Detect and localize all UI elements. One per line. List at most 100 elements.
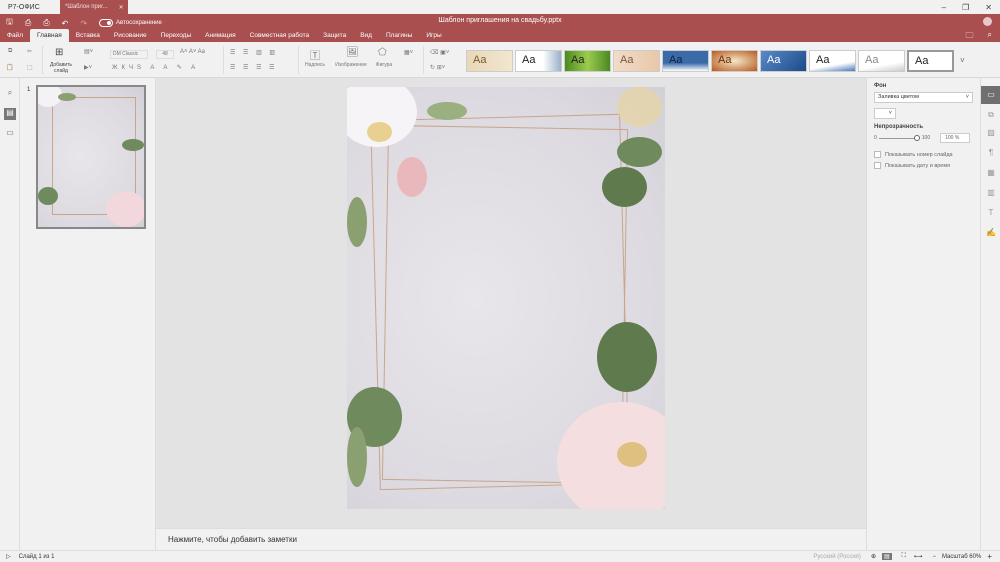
- paste-icon[interactable]: 📋: [6, 64, 13, 71]
- theme-thumbnail[interactable]: Aa: [907, 50, 954, 72]
- shape-settings-icon[interactable]: ⧉: [981, 106, 1000, 124]
- theme-thumbnail[interactable]: Aa: [858, 50, 905, 72]
- theme-gallery: Aa Aa Aa Aa Aa Aa Aa Aa Aa Aa ˅: [466, 50, 969, 72]
- theme-thumbnail[interactable]: Aa: [662, 50, 709, 72]
- show-slide-number-checkbox[interactable]: Показывать номер слайда: [874, 151, 973, 158]
- header-bar: Шаблон приглашения на свадьбу.pptx 🖫 ⎙ ⎙ ↶ ↷…: [0, 14, 1000, 42]
- theme-thumbnail[interactable]: Aa: [564, 50, 611, 72]
- font-name-select[interactable]: DM Classic: [110, 50, 148, 59]
- opacity-max: 100: [921, 135, 931, 141]
- chevron-down-icon[interactable]: ˅: [956, 50, 969, 72]
- chevron-down-icon: ˅: [888, 110, 892, 116]
- slide[interactable]: [347, 87, 665, 509]
- image-button[interactable]: Изображение: [332, 62, 370, 68]
- avatar[interactable]: [983, 17, 992, 26]
- comments-icon[interactable]: ▭: [4, 128, 16, 140]
- doc-tab-label: *Шаблон приг...: [65, 4, 108, 10]
- document-tab[interactable]: *Шаблон приг... ✕: [60, 0, 128, 14]
- restore-icon[interactable]: ❐: [962, 3, 969, 12]
- left-toolbar: ⌕ ▤ ▭: [0, 78, 20, 550]
- table-icon[interactable]: ↻ ⊞˅: [430, 64, 445, 71]
- language-select[interactable]: Русский (Россия): [813, 554, 861, 560]
- clear-style-icon[interactable]: ⌫ ▣˅: [430, 49, 449, 56]
- undo-icon[interactable]: ↶: [62, 19, 69, 28]
- signature-icon[interactable]: ✍: [981, 224, 1000, 242]
- add-slide-icon[interactable]: ⊞: [55, 47, 63, 58]
- font-size-select[interactable]: 48: [156, 50, 174, 59]
- tab-draw[interactable]: Рисование: [107, 29, 154, 42]
- slideshow-icon[interactable]: ▶˅: [84, 64, 92, 71]
- select-icon[interactable]: ⬚: [27, 64, 33, 71]
- ribbon-tabs: Файл Главная Вставка Рисование Переходы …: [0, 28, 449, 42]
- print-icon[interactable]: ⎙: [25, 18, 31, 28]
- text-format-icons[interactable]: ЖКЧS A A ✎ A: [112, 64, 199, 71]
- slide-canvas: [156, 78, 866, 528]
- theme-thumbnail[interactable]: Aa: [809, 50, 856, 72]
- fit-slide-icon[interactable]: ⛶: [902, 553, 906, 560]
- app-name: Р7-ОФИС: [8, 3, 40, 11]
- close-icon[interactable]: ✕: [119, 4, 124, 11]
- search-icon[interactable]: ⌕: [4, 88, 16, 100]
- caption-button[interactable]: Надпись: [300, 62, 330, 68]
- tab-insert[interactable]: Вставка: [69, 29, 107, 42]
- background-label: Фон: [874, 83, 887, 89]
- opacity-input[interactable]: 100 %: [940, 133, 971, 143]
- shape-icon[interactable]: ⬠: [378, 47, 387, 58]
- copy-icon[interactable]: ⧉: [8, 48, 12, 55]
- show-date-checkbox[interactable]: Показывать дату и время: [874, 162, 973, 169]
- cut-icon[interactable]: ✂: [27, 48, 32, 55]
- minimize-icon[interactable]: –: [942, 3, 946, 12]
- theme-thumbnail[interactable]: Aa: [613, 50, 660, 72]
- textart-icon[interactable]: T: [981, 204, 1000, 222]
- tab-home[interactable]: Главная: [29, 29, 69, 42]
- tab-plugins[interactable]: Плагины: [379, 29, 419, 42]
- slide-settings-icon[interactable]: ▭: [981, 86, 1000, 104]
- zoom-in-button[interactable]: +: [987, 552, 992, 561]
- theme-thumbnail[interactable]: Aa: [515, 50, 562, 72]
- theme-thumbnail[interactable]: Aa: [466, 50, 513, 72]
- opacity-slider[interactable]: [878, 134, 920, 141]
- slideshow-icon[interactable]: ▷: [6, 553, 11, 560]
- redo-icon[interactable]: ↷: [80, 19, 87, 28]
- add-slide-button[interactable]: Добавить слайд: [46, 62, 76, 74]
- fill-type-select[interactable]: Заливка цветом ˅: [874, 92, 973, 103]
- spellcheck-icon[interactable]: ⊕: [871, 553, 876, 560]
- comments-toggle-icon[interactable]: ▤: [881, 553, 892, 560]
- tab-protection[interactable]: Защита: [316, 29, 353, 42]
- paragraph-icon[interactable]: ¶: [981, 144, 1000, 162]
- fill-type-value: Заливка цветом: [878, 94, 919, 100]
- table-settings-icon[interactable]: ▦: [981, 164, 1000, 182]
- slide-thumbnail[interactable]: [36, 85, 146, 229]
- tab-view[interactable]: Вид: [353, 29, 379, 42]
- align-icons[interactable]: ☰ ☰ ☰ ☰: [230, 64, 278, 71]
- list-icons[interactable]: ☰ ☰ ▥ ▥: [230, 49, 278, 56]
- theme-thumbnail[interactable]: Aa: [711, 50, 758, 72]
- autosave-toggle[interactable]: [99, 19, 114, 27]
- layout-icon[interactable]: ▤˅: [84, 48, 93, 55]
- chart-settings-icon[interactable]: ▥: [981, 184, 1000, 202]
- font-size-controls-icon[interactable]: A˄ A˅ Aa: [180, 49, 205, 55]
- image-settings-icon[interactable]: ▨: [981, 124, 1000, 142]
- tab-games[interactable]: Игры: [419, 29, 448, 42]
- tab-file[interactable]: Файл: [0, 29, 30, 42]
- slide-thumbnails: 1: [20, 78, 156, 550]
- tab-animation[interactable]: Анимация: [198, 29, 243, 42]
- fit-width-icon[interactable]: ⟷: [914, 553, 923, 560]
- slides-icon[interactable]: ▤: [4, 108, 16, 120]
- text-box-icon[interactable]: 🅃: [310, 47, 320, 62]
- quick-print-icon[interactable]: ⎙: [43, 18, 49, 28]
- image-icon[interactable]: 🖼: [346, 47, 359, 58]
- app-tab[interactable]: Р7-ОФИС: [0, 0, 58, 14]
- color-picker[interactable]: ˅: [874, 108, 896, 119]
- zoom-out-button[interactable]: −: [932, 554, 936, 560]
- notes-area[interactable]: Нажмите, чтобы добавить заметки: [156, 528, 866, 550]
- shape-button[interactable]: Фигура: [372, 62, 396, 68]
- tab-collaboration[interactable]: Совместная работа: [243, 29, 316, 42]
- tab-transitions[interactable]: Переходы: [154, 29, 199, 42]
- theme-thumbnail[interactable]: Aa: [760, 50, 807, 72]
- title-bar: Р7-ОФИС *Шаблон приг... ✕ – ❐ ✕: [0, 0, 1000, 14]
- opacity-label: Непрозрачность: [874, 124, 924, 130]
- arrange-icon[interactable]: ▦˅: [404, 49, 413, 56]
- zoom-level: Масштаб 60%: [941, 553, 982, 560]
- close-window-icon[interactable]: ✕: [985, 3, 992, 12]
